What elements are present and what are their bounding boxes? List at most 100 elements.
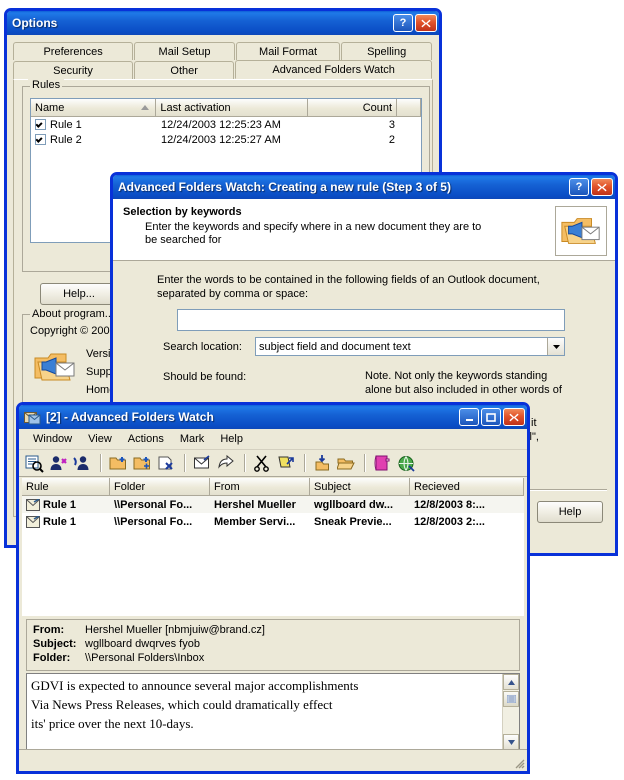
chevron-down-icon[interactable] <box>547 338 564 355</box>
wizard-title: Advanced Folders Watch: Creating a new r… <box>118 180 451 194</box>
message-recieved-cell: 12/8/2003 2:... <box>414 515 485 528</box>
menu-help[interactable]: Help <box>212 431 251 447</box>
tab-mail-format-label: Mail Format <box>259 45 318 58</box>
message-rule-label: Rule 1 <box>43 498 77 511</box>
mark-read-icon[interactable] <box>192 453 213 474</box>
column-header-count-label: Count <box>362 102 393 114</box>
wizard-help-button[interactable]: Help <box>537 501 603 523</box>
open-folder-icon[interactable] <box>336 453 357 474</box>
menu-view[interactable]: View <box>80 431 120 447</box>
preview-subject-value: wgllboard dwqrves fyob <box>85 638 200 650</box>
add-folder-icon[interactable] <box>132 453 153 474</box>
message-from-cell: Member Servi... <box>214 515 296 528</box>
column-header-rule[interactable]: Rule <box>22 478 110 496</box>
message-rule-cell: Rule 1 <box>22 515 110 528</box>
help-button-label: ? <box>575 180 583 193</box>
delete-folder-icon[interactable] <box>156 453 177 474</box>
tab-mail-format[interactable]: Mail Format <box>235 42 341 60</box>
rule-enabled-checkbox[interactable] <box>35 133 46 145</box>
rule-name-label: Rule 2 <box>50 133 82 146</box>
chevron-up-icon <box>507 679 515 685</box>
afw-titlebar-buttons <box>459 408 525 426</box>
preview-folder-value: \\Personal Folders\Inbox <box>85 652 205 664</box>
search-location-combo[interactable]: subject field and document text <box>255 337 565 356</box>
keywords-note-line2: alone but also included in other words o… <box>365 384 562 396</box>
message-body-line-2: Via News Press Releases, which could dra… <box>31 697 333 712</box>
close-button[interactable] <box>503 408 525 426</box>
tab-spelling-label: Spelling <box>367 45 407 58</box>
message-preview-header: From: Hershel Mueller [nbmjuiw@brand.cz]… <box>26 619 520 671</box>
wizard-titlebar[interactable]: Advanced Folders Watch: Creating a new r… <box>113 175 615 199</box>
export-icon[interactable] <box>312 453 333 474</box>
tab-other[interactable]: Other <box>133 61 235 79</box>
message-from-cell: Hershel Mueller <box>214 498 296 511</box>
wizard-help-button-label: Help <box>558 506 582 518</box>
column-header-folder[interactable]: Folder <box>110 478 210 496</box>
column-header-recieved[interactable]: Recieved <box>410 478 524 496</box>
scrollbar-thumb[interactable] <box>503 691 519 707</box>
list-item[interactable]: Rule 1 \\Personal Fo... Member Servi... … <box>22 513 524 530</box>
help-button[interactable]: Help... <box>40 283 118 305</box>
column-header-count[interactable]: Count <box>307 99 398 117</box>
message-rule-label: Rule 1 <box>43 515 77 528</box>
close-button[interactable] <box>415 14 437 32</box>
wizard-titlebar-buttons: ? <box>569 178 613 196</box>
column-header-last-activation[interactable]: Last activation <box>156 99 308 117</box>
close-icon <box>421 19 431 27</box>
maximize-button[interactable] <box>481 408 501 426</box>
close-button[interactable] <box>591 178 613 196</box>
column-header-from[interactable]: From <box>210 478 310 496</box>
find-message-icon[interactable] <box>24 453 45 474</box>
list-item[interactable]: Rule 1 \\Personal Fo... Hershel Mueller … <box>22 496 524 513</box>
column-header-subject[interactable]: Subject <box>310 478 410 496</box>
table-row[interactable]: Rule 2 12/24/2003 12:25:27 AM 2 <box>31 132 421 147</box>
sort-ascending-icon <box>141 105 150 110</box>
new-folder-icon[interactable] <box>108 453 129 474</box>
web-icon[interactable] <box>396 453 417 474</box>
tab-security-label: Security <box>53 64 93 77</box>
column-header-from-label: From <box>214 481 240 493</box>
afw-titlebar[interactable]: [2] - Advanced Folders Watch <box>19 405 527 429</box>
message-rule-cell: Rule 1 <box>22 498 110 511</box>
cut-icon[interactable] <box>252 453 273 474</box>
scrollbar-grip-icon <box>506 695 516 703</box>
about-group-top-left <box>22 314 30 315</box>
resize-grip-icon[interactable] <box>511 755 525 769</box>
tab-mail-setup[interactable]: Mail Setup <box>134 42 235 60</box>
rules-listview-header: Name Last activation Count <box>31 99 421 117</box>
column-header-name[interactable]: Name <box>31 99 157 117</box>
help-button[interactable]: ? <box>569 178 589 196</box>
add-sender-icon[interactable] <box>48 453 69 474</box>
minimize-button[interactable] <box>459 408 479 426</box>
message-listview[interactable]: Rule Folder From Subject Recieved Rule 1 <box>22 478 524 616</box>
tab-advanced-folders-watch[interactable]: Advanced Folders Watch <box>235 60 432 79</box>
rule-name-cell: Rule 1 <box>31 118 157 131</box>
keywords-input[interactable] <box>177 309 565 331</box>
tab-spelling[interactable]: Spelling <box>341 42 433 60</box>
menu-mark[interactable]: Mark <box>172 431 212 447</box>
preview-folder-label: Folder: <box>33 652 71 664</box>
reply-icon[interactable] <box>216 453 237 474</box>
scroll-up-button[interactable] <box>503 674 519 690</box>
toolbar-separator <box>100 454 101 472</box>
options-titlebar[interactable]: Options ? <box>7 11 439 35</box>
message-recieved-cell: 12/8/2003 8:... <box>414 498 485 511</box>
scroll-down-button[interactable] <box>503 734 519 750</box>
message-body-pane[interactable]: GDVI is expected to announce several maj… <box>26 673 520 751</box>
help-button-label: ? <box>399 16 407 29</box>
block-sender-icon[interactable] <box>72 453 93 474</box>
tab-preferences[interactable]: Preferences <box>13 42 134 60</box>
rule-enabled-checkbox[interactable] <box>35 118 46 130</box>
help-button[interactable]: ? <box>393 14 413 32</box>
body-vertical-scrollbar[interactable] <box>502 674 519 750</box>
afw-statusbar <box>19 749 527 771</box>
address-book-icon[interactable] <box>372 453 393 474</box>
tab-security[interactable]: Security <box>13 61 133 79</box>
table-row[interactable]: Rule 1 12/24/2003 12:25:23 AM 3 <box>31 117 421 132</box>
menu-actions[interactable]: Actions <box>120 431 172 447</box>
tab-advanced-folders-watch-label: Advanced Folders Watch <box>272 63 395 76</box>
afw-toolbar <box>19 450 527 477</box>
menu-window[interactable]: Window <box>25 431 80 447</box>
options-tabs: Preferences Mail Setup Mail Format Spell… <box>7 35 439 79</box>
move-icon[interactable] <box>276 453 297 474</box>
